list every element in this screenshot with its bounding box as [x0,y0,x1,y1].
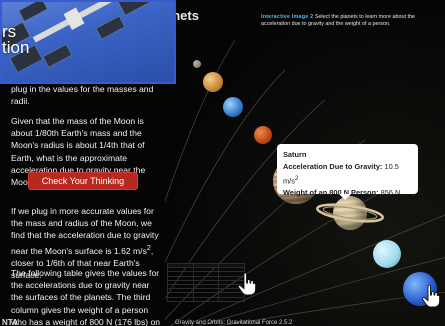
table-cell [218,296,245,302]
header-title-line2: tion [2,38,30,57]
planet-info-tooltip: Saturn Acceleration Due to Gravity: 10.5… [277,144,418,200]
instruction-lead: Interactive Image 2 [261,14,314,20]
nasa-logo: NTA [2,318,18,326]
check-your-thinking-button[interactable]: Check Your Thinking [28,172,138,190]
lesson-paragraph-1: plug in the values for the masses and ra… [11,84,154,107]
tooltip-planet-name: Saturn [283,150,307,159]
planet-mercury[interactable] [193,60,201,68]
table-cell [167,296,194,302]
weight-label: Weight of an 800 N Person: [283,188,379,198]
p3-text-before: If we plug in more accurate values for t… [11,206,159,256]
interactive-instruction: Interactive Image 2 Select the planets t… [261,14,445,28]
table-cell [192,296,220,302]
iss-header-image: rs tion [0,0,176,84]
table-row [167,296,245,302]
gravity-table [167,262,245,302]
accel-label: Acceleration Due to Gravity: [283,162,383,171]
planet-venus[interactable] [203,72,223,92]
tooltip-acceleration: Acceleration Due to Gravity: 10.5 m/s2 [283,161,412,187]
header-title: rs tion [2,23,30,57]
hand-pointer-icon [421,284,441,308]
planet-uranus[interactable] [373,240,401,268]
saturn-rings [316,203,384,223]
interactive-planets-stage: anets Interactive Image 2 Select the pla… [165,0,445,326]
planet-mars[interactable] [254,126,272,144]
footer-caption: Gravity and Orbits: Gravitational Force … [175,320,293,326]
lesson-paragraph-4: The following table gives the values for… [11,268,161,326]
accel-superscript: 2 [294,175,299,182]
hand-pointer-icon [237,272,257,296]
planet-earth[interactable] [223,97,243,117]
tooltip-arrow [339,194,351,200]
weight-value: 856 N [380,188,401,198]
